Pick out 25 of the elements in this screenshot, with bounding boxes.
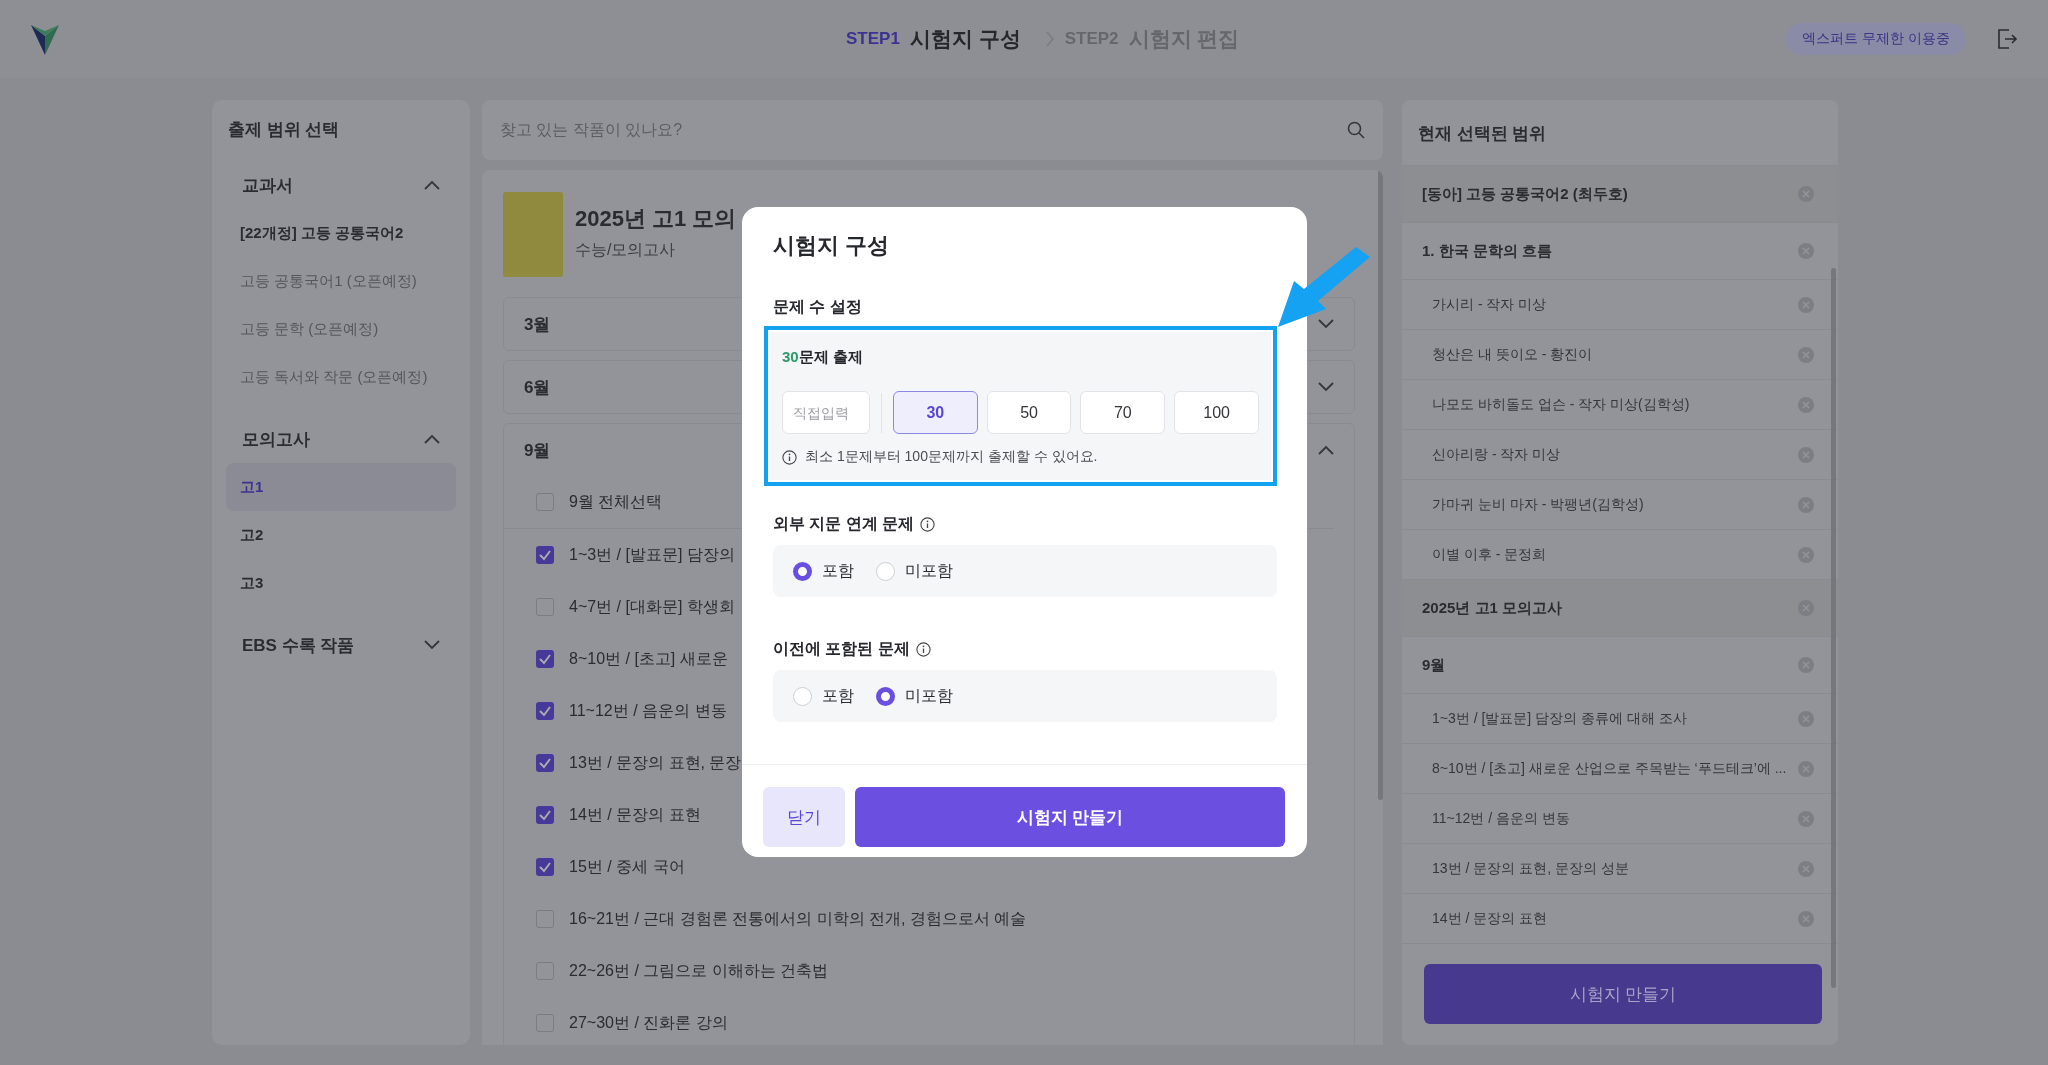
scope-item: 2025년 고1 모의고사 <box>1402 580 1838 637</box>
panel-title: 출제 범위 선택 <box>227 119 341 141</box>
section-title: 이전에 포함된 문제 <box>773 639 910 659</box>
checkbox-label: 4~7번 / [대화문] 학생회 <box>569 596 735 617</box>
checkbox-label: 8~10번 / [초고] 새로운 <box>569 648 728 669</box>
checkbox-label: 16~21번 / 근대 경험론 전통에서의 미학의 전개, 경험으로서 예술 <box>569 908 1027 929</box>
scope-item: 1. 한국 문학의 흐름 <box>1402 223 1838 280</box>
checkbox-label: 14번 / 문장의 표현 <box>569 804 701 825</box>
book-title: 2025년 고1 모의 <box>575 205 737 233</box>
checkbox-label: 11~12번 / 음운의 변동 <box>569 700 727 721</box>
plan-badge: 엑스퍼트 무제한 이용중 <box>1786 23 1966 55</box>
checkbox-label: 22~26번 / 그림으로 이해하는 건축법 <box>569 960 829 981</box>
checkbox-label: 27~30번 / 진화론 강의 <box>569 1012 728 1033</box>
modal-title: 시험지 구성 <box>773 232 891 260</box>
count-label: 30문제 출제 <box>782 348 864 367</box>
checkbox-label: 1~3번 / [발표문] 담장의 <box>569 544 735 565</box>
panel-title: 현재 선택된 범위 <box>1417 123 1548 145</box>
hint-text: 최소 1문제부터 100문제까지 출제할 수 있어요. <box>805 448 1098 466</box>
scope-item: [동아] 고등 공통국어2 (최두호) <box>1402 166 1838 223</box>
checkbox-label: 9월 전체선택 <box>569 491 663 512</box>
checkbox-label: 13번 / 문장의 표현, 문장 <box>569 752 742 773</box>
section-title: 외부 지문 연계 문제 <box>773 514 915 534</box>
checkbox-label: 15번 / 중세 국어 <box>569 856 685 877</box>
section-title: 문제 수 설정 <box>773 297 862 317</box>
book-category: 수능/모의고사 <box>575 240 677 260</box>
